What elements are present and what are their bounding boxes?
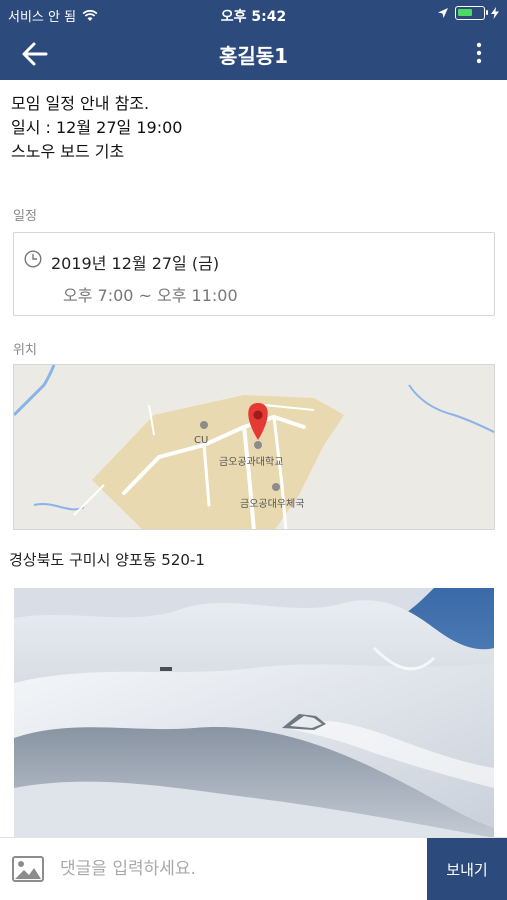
image-icon [12,856,44,882]
location-label: 위치 [13,343,37,358]
more-options-button[interactable] [473,40,485,68]
send-button[interactable]: 보내기 [427,838,507,900]
comment-bar: 보내기 [0,837,507,900]
schedule-card: 2019년 12월 27일 (금) 오후 7:00 ~ 오후 11:00 [13,232,495,316]
post-line: 스노우 보드 기초 [11,142,125,161]
more-vertical-icon [476,42,482,64]
attach-image-button[interactable] [12,856,44,886]
post-photo[interactable] [14,588,494,837]
post-line: 일시 : 12월 27일 19:00 [11,118,183,137]
location-arrow-icon [438,8,448,18]
status-bar: 서비스 안 됨 오후 5:42 [0,0,507,28]
post-line: 모임 일정 안내 참조. [11,94,150,113]
charging-bolt-icon [491,7,499,19]
page-title: 홍길동1 [218,44,289,68]
comment-input[interactable] [52,850,422,888]
schedule-time-range: 오후 7:00 ~ 오후 11:00 [63,286,238,305]
map-label-post-office: 금오공대우체국 [240,499,305,510]
location-map[interactable]: CU 금오공과대학교 금오공대우체국 [13,364,495,530]
battery-level [458,9,472,16]
schedule-label: 일정 [13,209,37,224]
nav-bar: 홍길동1 [0,28,507,80]
clock-icon [24,250,42,268]
schedule-date: 2019년 12월 27일 (금) [51,254,220,273]
snow-mountain-image [14,588,494,837]
map-label-university: 금오공과대학교 [219,457,284,468]
post-description: 모임 일정 안내 참조. 일시 : 12월 27일 19:00 스노우 보드 기… [11,92,182,164]
status-time: 오후 5:42 [220,9,287,25]
battery-icon [455,6,488,20]
status-right [437,6,499,20]
post-content[interactable]: 모임 일정 안내 참조. 일시 : 12월 27일 19:00 스노우 보드 기… [0,80,507,837]
location-address: 경상북도 구미시 양포동 520-1 [9,551,205,569]
map-label-store: CU [194,435,209,446]
battery-tip [486,10,488,15]
